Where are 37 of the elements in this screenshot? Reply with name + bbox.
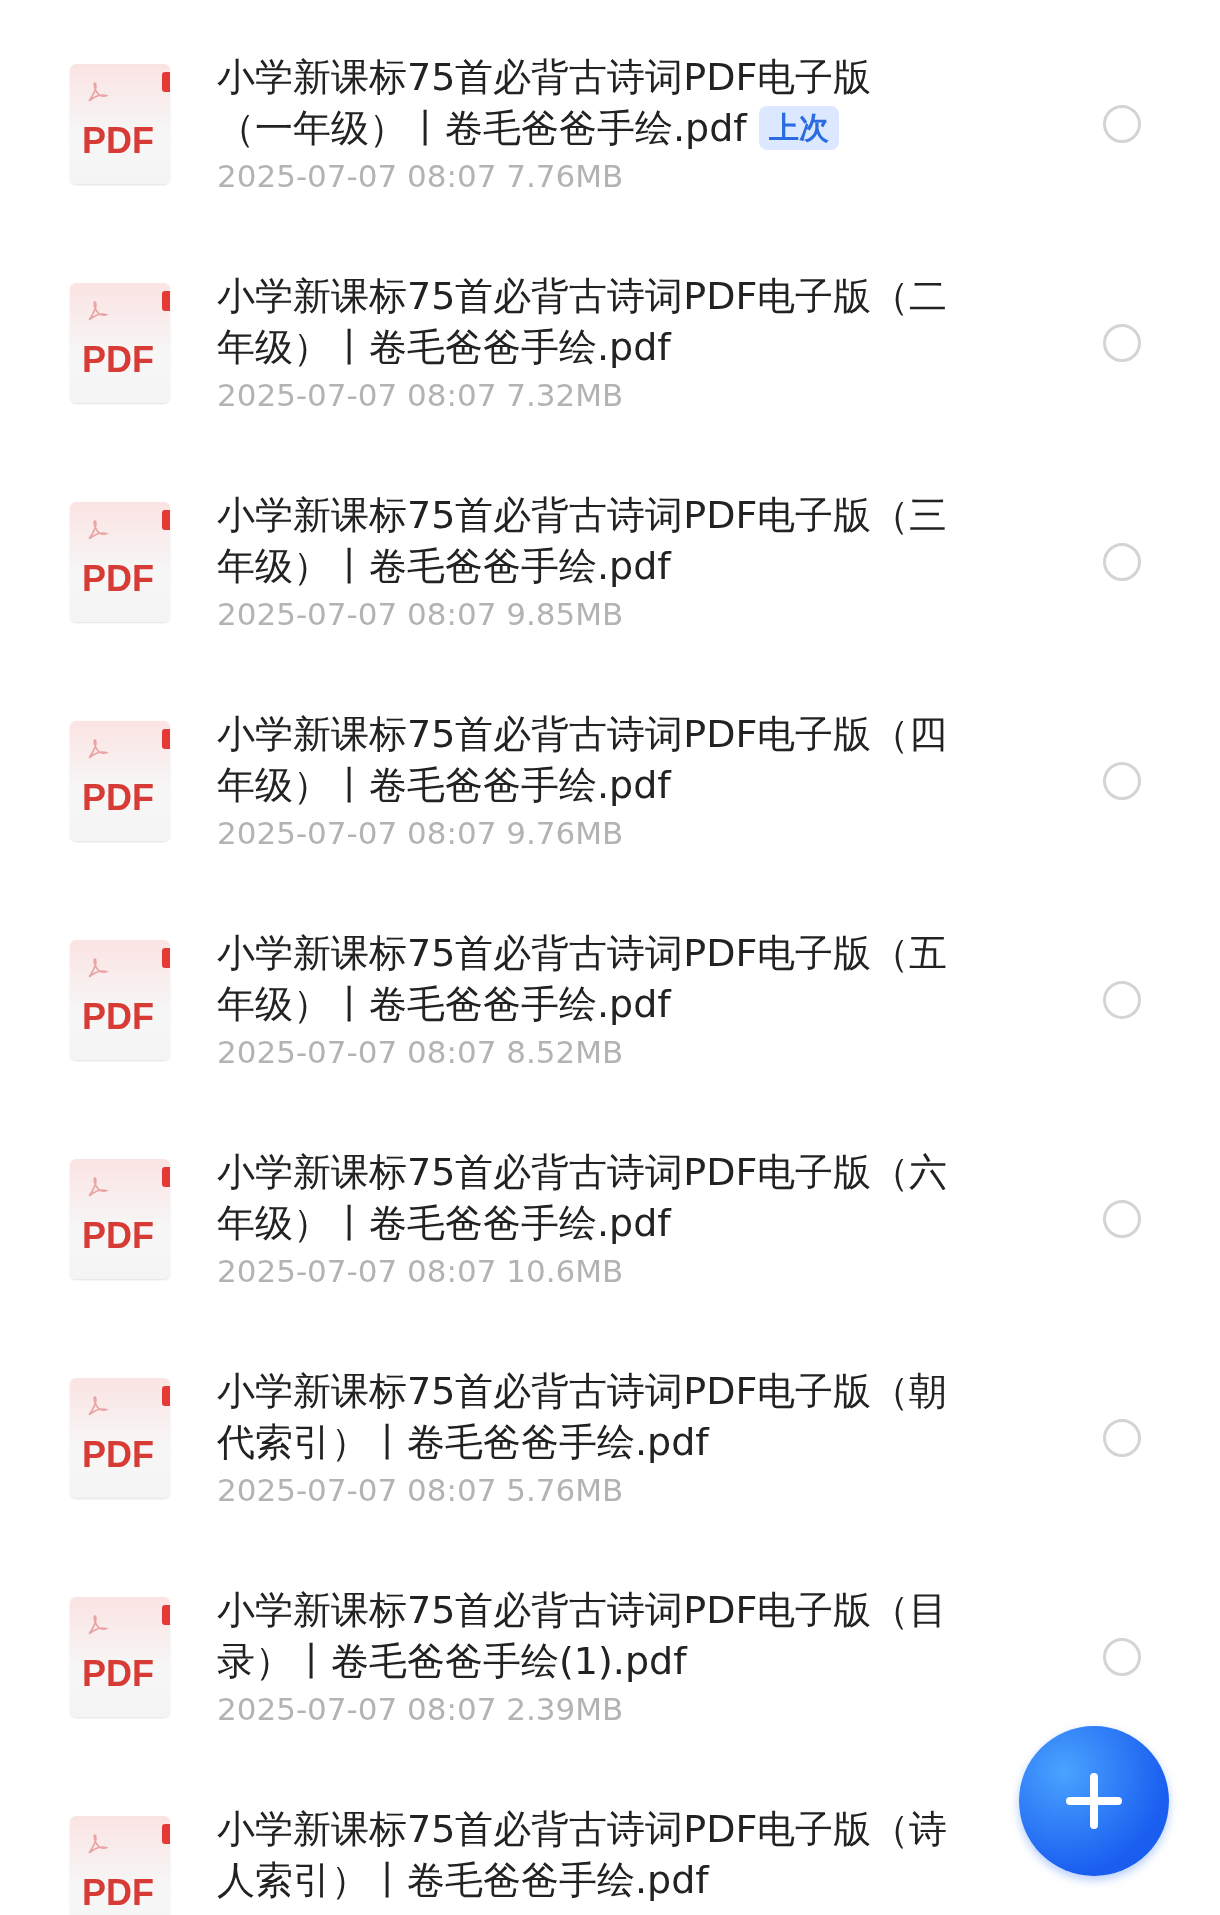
file-date-size: 2025-07-07 08:07 5.76MB <box>217 1471 625 1510</box>
plus-icon <box>1064 1771 1124 1831</box>
pdf-file-icon: PDF <box>70 1597 170 1717</box>
file-date-size: 2025-07-07 08:07 2.39MB <box>217 1690 625 1729</box>
file-name: 小学新课标75首必背古诗词PDF电子版（三 年级）丨卷毛爸爸手绘.pdf <box>217 492 949 590</box>
pdf-file-icon: PDF <box>70 721 170 841</box>
file-date-size: 2025-07-07 08:07 9.76MB <box>217 814 625 853</box>
file-name: 小学新课标75首必背古诗词PDF电子版（六 年级）丨卷毛爸爸手绘.pdf <box>217 1149 949 1247</box>
file-date-size: 2025-07-07 08:07 7.32MB <box>217 376 625 415</box>
select-radio[interactable] <box>1103 1200 1141 1238</box>
file-date-size: 2025-07-07 08:07 7.76MB <box>217 157 625 196</box>
pdf-file-icon: PDF <box>70 1378 170 1498</box>
file-name: 小学新课标75首必背古诗词PDF电子版（诗 人索引）丨卷毛爸爸手绘.pdf <box>217 1806 949 1904</box>
pdf-file-icon: PDF <box>70 502 170 622</box>
file-name: 小学新课标75首必背古诗词PDF电子版（目 录）丨卷毛爸爸手绘(1).pdf <box>217 1587 949 1685</box>
file-date-size: 2025-07-07 08:07 8.52MB <box>217 1033 625 1072</box>
pdf-file-icon: PDF <box>70 64 170 184</box>
file-name: 小学新课标75首必背古诗词PDF电子版（二 年级）丨卷毛爸爸手绘.pdf <box>217 273 949 371</box>
select-radio[interactable] <box>1103 324 1141 362</box>
last-opened-badge: 上次 <box>758 106 839 150</box>
select-radio[interactable] <box>1103 1638 1141 1676</box>
file-name: 小学新课标75首必背古诗词PDF电子版（四 年级）丨卷毛爸爸手绘.pdf <box>217 711 949 809</box>
file-date-size: 2025-07-07 08:07 9.85MB <box>217 595 625 634</box>
select-radio[interactable] <box>1103 981 1141 1019</box>
select-radio[interactable] <box>1103 762 1141 800</box>
add-button[interactable] <box>1019 1726 1169 1876</box>
file-name: 小学新课标75首必背古诗词PDF电子版（五 年级）丨卷毛爸爸手绘.pdf <box>217 930 949 1028</box>
pdf-file-icon: PDF <box>70 1159 170 1279</box>
pdf-file-icon: PDF <box>70 1816 170 1915</box>
pdf-file-icon: PDF <box>70 940 170 1060</box>
file-name: 小学新课标75首必背古诗词PDF电子版（朝 代索引）丨卷毛爸爸手绘.pdf <box>217 1368 949 1466</box>
pdf-file-icon: PDF <box>70 283 170 403</box>
select-radio[interactable] <box>1103 105 1141 143</box>
select-radio[interactable] <box>1103 1419 1141 1457</box>
select-radio[interactable] <box>1103 543 1141 581</box>
file-name: 小学新课标75首必背古诗词PDF电子版 （一年级）丨卷毛爸爸手绘.pdf 上次 <box>217 54 873 152</box>
file-date-size: 2025-07-07 08:07 10.6MB <box>217 1252 625 1291</box>
